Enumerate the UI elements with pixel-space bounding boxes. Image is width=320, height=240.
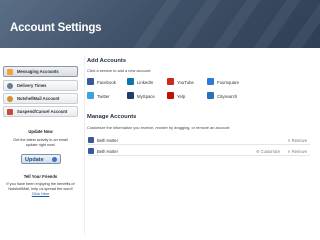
remove-icon: ✕: [287, 138, 291, 143]
clock-icon: [7, 83, 13, 89]
service-label: Foursquare: [217, 79, 239, 85]
sidebar-item-label: Suspend/Cancel Account: [17, 108, 68, 114]
account-name: Beth Harter: [97, 149, 118, 154]
remove-button[interactable]: ✕Remove: [287, 138, 307, 143]
service-label: MySpace: [137, 93, 155, 99]
remove-label: Remove: [291, 149, 307, 154]
manage-accounts-subtitle: Customize the information you receive, r…: [87, 125, 231, 130]
header-decoration: [213, 0, 261, 48]
account-name: Beth Harter: [97, 138, 118, 143]
sidebar-item-label: Delivery Times: [17, 82, 47, 88]
update-now-text: Get the latest activity in an email upda…: [13, 138, 68, 147]
header-decoration: [173, 0, 221, 48]
tell-friends-body: If you have been enjoying the benefits o…: [6, 182, 75, 191]
service-label: Yelp: [177, 93, 186, 99]
service-label: LinkedIn: [137, 79, 154, 85]
column-divider: [84, 55, 85, 235]
twitter-icon: [87, 92, 94, 99]
remove-label: Remove: [291, 138, 307, 143]
account-row[interactable]: Beth Harter ✕Remove: [87, 136, 310, 145]
nutshell-icon: [7, 96, 13, 102]
gear-icon: ⚙: [255, 149, 260, 154]
update-now-heading: Update Now: [28, 129, 53, 134]
tell-friends-text: If you have been enjoying the benefits o…: [3, 182, 78, 197]
refresh-icon: [52, 157, 57, 162]
page-header: Account Settings: [0, 0, 320, 48]
main-content: Add Accounts Click a service to add a ne…: [87, 58, 317, 238]
account-row[interactable]: Beth Harter ⚙Customize ✕Remove: [87, 147, 310, 156]
foursquare-icon: [207, 78, 214, 85]
update-button[interactable]: Update: [21, 154, 61, 164]
messaging-icon: [7, 69, 13, 75]
yelp-icon: [167, 92, 174, 99]
youtube-icon: [167, 78, 174, 85]
sidebar-item-nutshellmail-account[interactable]: NutshellMail Account: [3, 93, 78, 104]
suspend-icon: [7, 109, 13, 115]
sidebar: Messaging Accounts Delivery Times Nutshe…: [3, 58, 78, 238]
customize-label: Customize: [260, 149, 280, 154]
linkedin-icon: [127, 78, 134, 85]
manage-accounts-title: Manage Accounts: [87, 114, 137, 120]
service-label: YouTube: [177, 79, 194, 85]
update-button-label: Update: [25, 156, 44, 163]
header-decoration: [133, 0, 181, 48]
sidebar-item-label: Messaging Accounts: [17, 68, 59, 74]
citysearch-icon: [207, 92, 214, 99]
add-accounts-title: Add Accounts: [87, 58, 127, 64]
remove-icon: ✕: [287, 149, 291, 154]
sidebar-item-suspend-cancel[interactable]: Suspend/Cancel Account: [3, 106, 78, 117]
facebook-icon: [88, 148, 94, 154]
service-label: Twitter: [97, 93, 110, 99]
click-here-link[interactable]: Click Here: [32, 192, 50, 196]
service-label: Facebook: [97, 79, 116, 85]
sidebar-item-label: NutshellMail Account: [17, 95, 60, 101]
myspace-icon: [127, 92, 134, 99]
facebook-icon: [87, 78, 94, 85]
page-title: Account Settings: [10, 22, 102, 34]
sidebar-item-messaging-accounts[interactable]: Messaging Accounts: [3, 66, 78, 77]
service-label: Citysearch: [217, 93, 238, 99]
remove-button[interactable]: ✕Remove: [287, 149, 307, 154]
customize-button[interactable]: ⚙Customize: [256, 149, 280, 154]
facebook-icon: [88, 137, 94, 143]
sidebar-item-delivery-times[interactable]: Delivery Times: [3, 80, 78, 91]
add-accounts-subtitle: Click a service to add a new account:: [87, 68, 152, 73]
tell-friends-heading: Tell Your Friends: [23, 174, 58, 179]
